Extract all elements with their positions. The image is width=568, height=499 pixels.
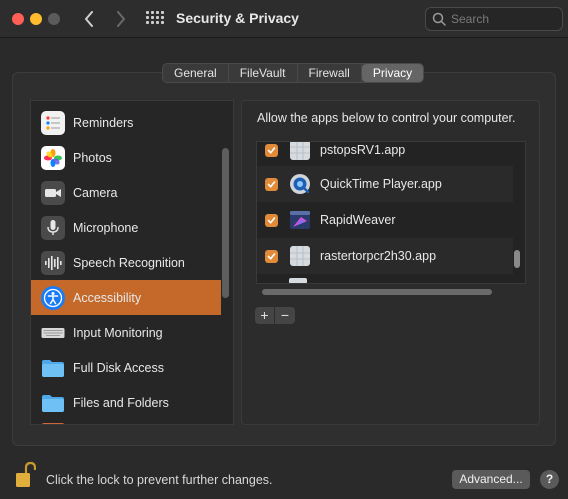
checkmark-icon — [267, 180, 276, 188]
folder-icon — [41, 391, 65, 415]
folder-icon — [41, 356, 65, 380]
sidebar-item-label: Reminders — [73, 115, 134, 130]
back-button[interactable] — [78, 8, 100, 30]
allow-apps-description: Allow the apps below to control your com… — [257, 111, 516, 125]
minimize-window-button[interactable] — [30, 13, 42, 25]
quicktime-icon — [288, 172, 312, 196]
reminders-icon — [41, 110, 65, 135]
sidebar-item-label: Speech Recognition — [73, 255, 185, 270]
camera-icon — [41, 180, 65, 205]
add-app-button[interactable]: + — [255, 307, 275, 324]
checkmark-icon — [267, 146, 276, 154]
checkmark-icon — [267, 252, 276, 260]
app-checkbox[interactable] — [265, 249, 278, 263]
sidebar-item-files-and-folders[interactable]: Files and Folders — [31, 385, 221, 420]
chevron-right-icon — [117, 11, 125, 27]
sidebar-item-microphone[interactable]: Microphone — [31, 210, 221, 245]
partial-list-item-icon — [289, 278, 307, 283]
add-remove-control: + − — [255, 307, 295, 324]
privacy-category-list[interactable]: Reminders Photos Camera Microphone Speec… — [30, 100, 234, 425]
chevron-left-icon — [85, 11, 93, 27]
search-input[interactable] — [451, 12, 551, 26]
advanced-button[interactable]: Advanced... — [452, 470, 530, 489]
window-title: Security & Privacy — [176, 10, 299, 26]
tab-filevault[interactable]: FileVault — [229, 64, 298, 82]
tab-privacy[interactable]: Privacy — [361, 64, 424, 82]
help-button[interactable]: ? — [540, 470, 559, 489]
show-all-grid-icon[interactable] — [146, 11, 164, 27]
app-checkbox[interactable] — [265, 143, 278, 157]
partial-list-item-icon — [41, 423, 65, 424]
keyboard-icon — [41, 321, 65, 345]
close-window-button[interactable] — [12, 13, 24, 25]
search-field[interactable] — [425, 7, 563, 31]
apps-list-vertical-scrollbar[interactable] — [514, 250, 520, 268]
tab-firewall[interactable]: Firewall — [298, 64, 362, 82]
app-name: RapidWeaver — [320, 213, 396, 227]
sidebar-item-speech-recognition[interactable]: Speech Recognition — [31, 245, 221, 280]
checkmark-icon — [267, 216, 276, 224]
speech-recognition-icon — [41, 250, 65, 275]
microphone-icon — [41, 215, 65, 240]
apps-list-horizontal-scrollbar[interactable] — [262, 289, 492, 295]
sidebar-item-label: Camera — [73, 185, 118, 200]
zoom-window-button[interactable] — [48, 13, 60, 25]
sidebar-item-accessibility[interactable]: Accessibility — [31, 280, 221, 315]
accessibility-icon — [41, 285, 65, 310]
lock-status-text: Click the lock to prevent further change… — [46, 473, 273, 487]
tab-bar: General FileVault Firewall Privacy — [162, 63, 425, 83]
sidebar-item-label: Input Monitoring — [73, 325, 163, 340]
photos-icon — [41, 145, 65, 170]
sidebar-item-input-monitoring[interactable]: Input Monitoring — [31, 315, 221, 350]
list-item[interactable]: rastertorpcr2h30.app — [257, 238, 513, 274]
app-name: rastertorpcr2h30.app — [320, 249, 437, 263]
sidebar-item-full-disk-access[interactable]: Full Disk Access — [31, 350, 221, 385]
unlocked-lock-icon[interactable] — [14, 461, 37, 489]
rapidweaver-icon — [288, 208, 312, 232]
sidebar-item-label: Accessibility — [73, 290, 142, 305]
app-name: QuickTime Player.app — [320, 177, 442, 191]
forward-button[interactable] — [110, 8, 132, 30]
sidebar-item-reminders[interactable]: Reminders — [31, 105, 221, 140]
list-item[interactable]: QuickTime Player.app — [257, 166, 513, 202]
app-checkbox[interactable] — [265, 213, 278, 227]
app-name: pstopsRV1.app — [320, 143, 406, 157]
sidebar-item-label: Files and Folders — [73, 395, 169, 410]
app-checkbox[interactable] — [265, 177, 278, 191]
title-bar: Security & Privacy — [0, 0, 568, 38]
list-item[interactable]: RapidWeaver — [257, 202, 513, 238]
sidebar-item-label: Photos — [73, 150, 112, 165]
sidebar-item-label: Microphone — [73, 220, 139, 235]
sidebar-item-label: Full Disk Access — [73, 360, 164, 375]
allowed-apps-list[interactable]: pstopsRV1.app QuickTime Player.app Rapid… — [256, 141, 526, 284]
tab-general[interactable]: General — [163, 64, 229, 82]
sidebar-item-camera[interactable]: Camera — [31, 175, 221, 210]
generic-app-icon — [288, 142, 312, 162]
remove-app-button[interactable]: − — [275, 307, 295, 324]
search-icon — [432, 12, 446, 26]
system-preferences-window: Security & Privacy General FileVault Fir… — [0, 0, 568, 499]
generic-app-icon — [288, 244, 312, 268]
list-item[interactable]: pstopsRV1.app — [257, 142, 513, 168]
sidebar-item-photos[interactable]: Photos — [31, 140, 221, 175]
sidebar-scrollbar[interactable] — [222, 148, 229, 298]
